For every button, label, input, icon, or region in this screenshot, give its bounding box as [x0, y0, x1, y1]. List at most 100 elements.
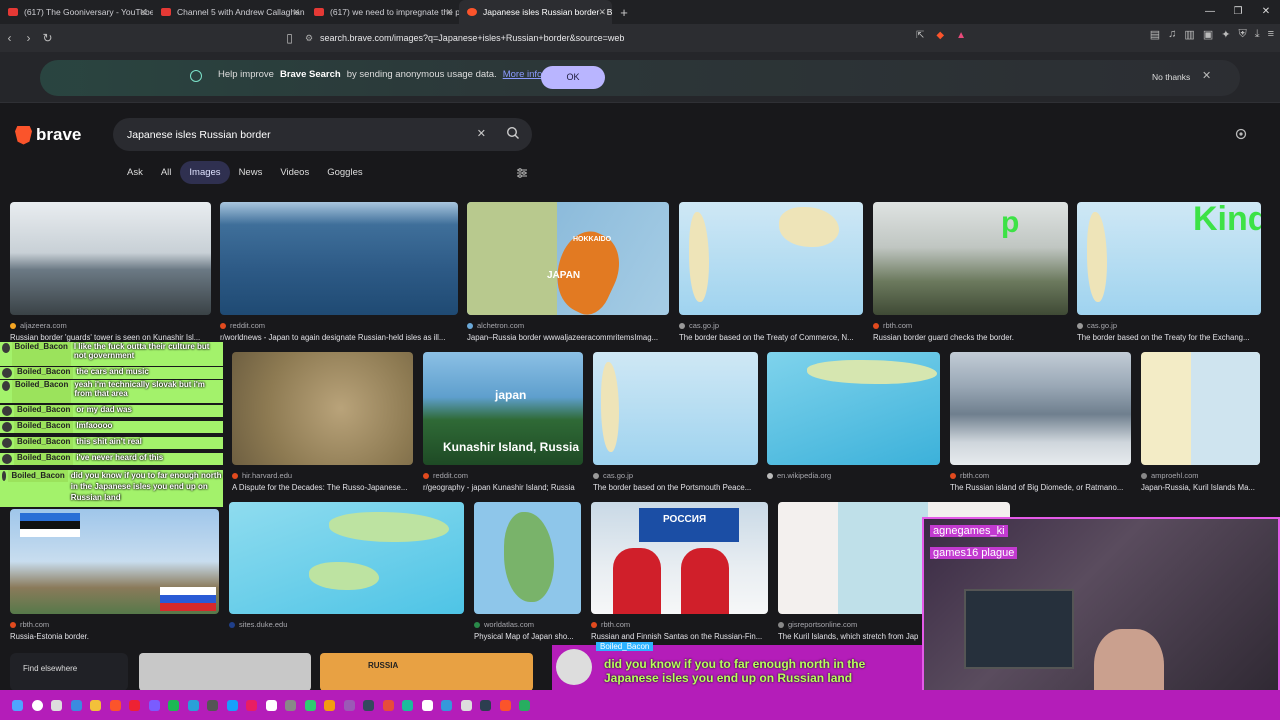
menu-icon[interactable]: ≡ [1268, 28, 1274, 41]
share-icon[interactable]: ⇱ [916, 30, 924, 41]
result-thumbnail[interactable]: РОССИЯ [591, 502, 768, 614]
image-result[interactable]: hir.harvard.edu A Dispute for the Decade… [232, 352, 413, 492]
app-icon[interactable] [437, 690, 457, 720]
wallet-icon[interactable]: ▣ [1203, 28, 1213, 41]
result-thumbnail[interactable] [139, 653, 311, 691]
app-icon[interactable] [125, 690, 145, 720]
app-icon[interactable] [457, 690, 477, 720]
tab-goggles[interactable]: Goggles [318, 161, 371, 184]
url-field[interactable]: ⚙ search.brave.com/images?q=Japanese+isl… [298, 27, 978, 49]
image-result[interactable]: rbth.com The Russian island of Big Diome… [950, 352, 1131, 492]
result-thumbnail[interactable] [232, 352, 413, 465]
minimize-button[interactable]: — [1196, 0, 1224, 24]
image-result[interactable]: japan Kunashir Island, Russia reddit.com… [423, 352, 583, 492]
result-thumbnail[interactable]: p [873, 202, 1068, 315]
tab-youtube-3[interactable]: (617) we need to impregnate the pre ✕ [306, 0, 459, 24]
image-result[interactable]: HOKKAIDO JAPAN alchetron.com Japan–Russi… [467, 202, 669, 342]
image-result[interactable]: p rbth.com Russian border guard checks t… [873, 202, 1068, 342]
image-result[interactable]: rbth.com Russia-Estonia border. [10, 509, 219, 641]
forward-icon[interactable]: › [19, 31, 38, 45]
tab-youtube-1[interactable]: (617) The Gooniversary - YouTube ✕ [0, 0, 153, 24]
image-result[interactable]: aljazeera.com Russian border 'guards' to… [10, 202, 211, 342]
result-thumbnail[interactable] [1141, 352, 1260, 465]
search-icon[interactable] [28, 690, 48, 720]
image-result[interactable]: sites.duke.edu [229, 502, 464, 632]
app-icon[interactable] [86, 690, 106, 720]
close-icon[interactable]: ✕ [292, 7, 300, 18]
app-icon[interactable] [515, 690, 535, 720]
result-thumbnail[interactable] [10, 509, 219, 614]
tab-ask[interactable]: Ask [118, 161, 152, 184]
result-thumbnail[interactable]: japan Kunashir Island, Russia [423, 352, 583, 465]
start-icon[interactable] [8, 690, 28, 720]
tab-videos[interactable]: Videos [271, 161, 318, 184]
sidebar-icon[interactable]: ▥ [1184, 28, 1194, 41]
tab-youtube-2[interactable]: Channel 5 with Andrew Callaghan - Y ✕ [153, 0, 306, 24]
app-icon[interactable] [340, 690, 360, 720]
result-thumbnail[interactable] [229, 502, 464, 614]
reader-icon[interactable]: ▤ [1150, 28, 1160, 41]
image-result[interactable]: cas.go.jp The border based on the Treaty… [679, 202, 863, 342]
tab-brave-search[interactable]: Japanese isles Russian border - B ✕ [459, 0, 612, 24]
search-input[interactable]: Japanese isles Russian border ✕ [113, 118, 532, 151]
search-icon[interactable] [506, 126, 520, 140]
bookmark-icon[interactable]: ▯ [280, 31, 299, 45]
reload-icon[interactable]: ↻ [38, 31, 57, 45]
app-icon[interactable] [281, 690, 301, 720]
maximize-button[interactable]: ❐ [1224, 0, 1252, 24]
result-thumbnail[interactable] [474, 502, 581, 614]
more-info-link[interactable]: More info [503, 69, 543, 80]
app-icon[interactable] [47, 690, 67, 720]
no-thanks-button[interactable]: No thanks [1152, 72, 1190, 82]
app-icon[interactable] [242, 690, 262, 720]
result-thumbnail[interactable]: RUSSIA [320, 653, 533, 691]
settings-gear-icon[interactable] [1234, 127, 1248, 141]
extensions-icon[interactable]: ✦ [1221, 28, 1230, 41]
app-icon[interactable] [145, 690, 165, 720]
app-icon[interactable] [106, 690, 126, 720]
app-icon[interactable] [184, 690, 204, 720]
app-icon[interactable] [359, 690, 379, 720]
back-icon[interactable]: ‹ [0, 31, 19, 45]
result-thumbnail[interactable]: HOKKAIDO JAPAN [467, 202, 669, 315]
media-icon[interactable]: ♫ [1168, 28, 1176, 41]
result-thumbnail[interactable] [10, 202, 211, 315]
app-icon[interactable] [164, 690, 184, 720]
app-icon[interactable] [203, 690, 223, 720]
brave-logo[interactable]: brave [15, 125, 81, 145]
close-icon[interactable]: ✕ [139, 7, 147, 18]
image-result[interactable]: РОССИЯ rbth.com Russian and Finnish Sant… [591, 502, 768, 641]
clear-icon[interactable]: ✕ [477, 127, 486, 140]
app-icon[interactable] [476, 690, 496, 720]
brave-rewards-icon[interactable]: ▲ [956, 30, 966, 41]
app-icon[interactable] [418, 690, 438, 720]
image-result[interactable]: amproehl.com Japan-Russia, Kuril Islands… [1141, 352, 1260, 492]
image-result[interactable]: worldatlas.com Physical Map of Japan sho… [474, 502, 581, 641]
result-thumbnail[interactable]: Kinda [1077, 202, 1261, 315]
close-icon[interactable]: ✕ [598, 7, 606, 18]
tab-images[interactable]: Images [180, 161, 230, 184]
image-result[interactable]: cas.go.jp The border based on the Portsm… [593, 352, 758, 492]
app-icon[interactable] [496, 690, 516, 720]
result-thumbnail[interactable] [767, 352, 940, 465]
close-window-button[interactable]: ✕ [1252, 0, 1280, 24]
close-icon[interactable]: ✕ [445, 7, 453, 18]
filter-icon[interactable] [516, 167, 528, 179]
image-result[interactable]: Kinda cas.go.jp The border based on the … [1077, 202, 1261, 342]
app-icon[interactable] [262, 690, 282, 720]
site-settings-icon[interactable]: ⚙ [298, 33, 320, 44]
app-icon[interactable] [301, 690, 321, 720]
result-thumbnail[interactable] [593, 352, 758, 465]
image-result[interactable]: en.wikipedia.org [767, 352, 940, 483]
download-icon[interactable]: ⤓ [1255, 28, 1260, 41]
brave-shields-icon[interactable]: ◆ [936, 30, 944, 41]
ok-button[interactable]: OK [541, 66, 605, 89]
close-icon[interactable]: ✕ [1202, 69, 1211, 82]
result-thumbnail[interactable] [220, 202, 458, 315]
app-icon[interactable] [223, 690, 243, 720]
result-thumbnail[interactable] [950, 352, 1131, 465]
app-icon[interactable] [320, 690, 340, 720]
new-tab-button[interactable]: + [612, 5, 636, 20]
image-result[interactable]: reddit.com r/worldnews - Japan to again … [220, 202, 458, 342]
app-icon[interactable] [379, 690, 399, 720]
